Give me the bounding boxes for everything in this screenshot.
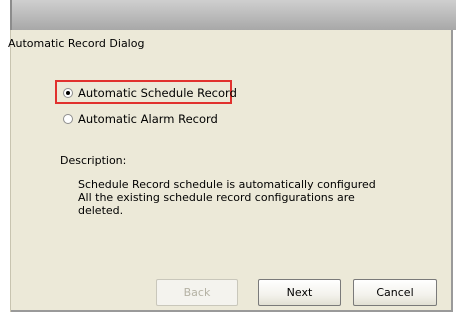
window: Automatic Record Dialog Automatic Schedu… bbox=[0, 0, 459, 322]
dialog-edge bbox=[10, 30, 11, 312]
description-line: Schedule Record schedule is automaticall… bbox=[78, 178, 376, 191]
description-line: deleted. bbox=[78, 204, 124, 217]
description-label: Description: bbox=[60, 154, 127, 167]
radio-label: Automatic Schedule Record bbox=[78, 86, 237, 100]
dialog-title: Automatic Record Dialog bbox=[8, 37, 145, 50]
description-text: Schedule Record schedule is automaticall… bbox=[78, 178, 376, 217]
cancel-button[interactable]: Cancel bbox=[353, 279, 437, 306]
radio-automatic-alarm-record[interactable]: Automatic Alarm Record bbox=[63, 112, 218, 126]
title-bar bbox=[10, 0, 456, 30]
description-line: All the existing schedule record configu… bbox=[78, 191, 355, 204]
window-edge bbox=[10, 0, 12, 30]
next-button[interactable]: Next bbox=[258, 279, 341, 306]
radio-automatic-schedule-record[interactable]: Automatic Schedule Record bbox=[63, 86, 237, 100]
radio-selected-icon[interactable] bbox=[63, 88, 73, 98]
dialog-body bbox=[10, 30, 453, 312]
back-button[interactable]: Back bbox=[156, 279, 238, 306]
radio-unselected-icon[interactable] bbox=[63, 114, 73, 124]
radio-label: Automatic Alarm Record bbox=[78, 112, 218, 126]
